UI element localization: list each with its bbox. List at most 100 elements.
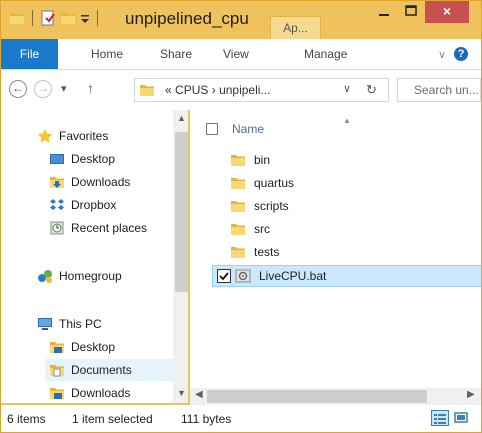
nav-item-desktop[interactable]: Desktop <box>49 149 115 169</box>
toolbar-divider <box>97 10 98 26</box>
select-all-checkbox[interactable] <box>206 123 218 135</box>
nav-label: Favorites <box>59 129 109 143</box>
file-name: LiveCPU.bat <box>259 269 327 283</box>
folder-icon <box>230 221 246 237</box>
address-bar[interactable]: « CPUS › unpipeli... ∨ ↻ <box>134 78 389 102</box>
desktop-folder-icon <box>49 339 65 355</box>
maximize-button[interactable] <box>398 1 424 23</box>
nav-item-pc-downloads[interactable]: Downloads <box>49 383 130 403</box>
customize-toolbar-icon[interactable] <box>80 10 90 26</box>
nav-favorites[interactable]: Favorites <box>37 126 108 146</box>
breadcrumb-separator-icon[interactable]: › <box>212 83 216 97</box>
nav-label: This PC <box>59 317 102 331</box>
nav-label: Desktop <box>71 152 116 166</box>
item-checkbox-checked[interactable] <box>217 269 231 283</box>
desktop-icon <box>50 154 64 164</box>
forward-button[interactable]: → <box>34 80 52 98</box>
folder-icon <box>230 198 246 214</box>
properties-icon[interactable] <box>40 10 56 26</box>
minimize-icon <box>379 14 389 16</box>
help-icon[interactable]: ? <box>454 47 469 61</box>
scroll-right-icon[interactable]: ▶ <box>467 389 475 400</box>
file-row[interactable]: bin <box>230 150 270 170</box>
downloads-folder-icon <box>49 385 65 401</box>
file-name: bin <box>254 153 271 167</box>
homegroup-icon <box>38 270 52 283</box>
close-button[interactable]: × <box>425 1 469 23</box>
nav-pane-scrollbar[interactable]: ▲ ▼ <box>173 110 188 403</box>
breadcrumb-item-current[interactable]: unpipeli... <box>219 83 270 97</box>
breadcrumb-item-cpus[interactable]: CPUS <box>175 83 208 97</box>
window-title: unpipelined_cpu <box>125 9 249 28</box>
recent-places-icon <box>50 221 64 235</box>
close-icon: × <box>442 3 452 19</box>
navigation-pane: Favorites Desktop Downloads Dropbox Rece… <box>1 110 188 403</box>
status-bar: 6 items 1 item selected 111 bytes <box>1 405 481 432</box>
toolbar-divider <box>32 10 33 26</box>
tab-application-tools[interactable]: Ap... <box>270 16 321 39</box>
new-folder-icon[interactable] <box>60 10 76 26</box>
file-list-scrollbar[interactable]: ◀ ▶ <box>190 388 481 405</box>
folder-icon <box>230 175 246 191</box>
sort-ascending-icon: ▲ <box>343 116 351 125</box>
file-row-selected[interactable]: LiveCPU.bat <box>212 265 481 287</box>
nav-label: Recent places <box>71 221 148 235</box>
file-row[interactable]: tests <box>230 242 279 262</box>
recent-locations-icon[interactable]: ▾ <box>61 82 67 95</box>
dropbox-icon <box>50 199 64 210</box>
tab-view[interactable]: View <box>223 47 249 61</box>
documents-folder-icon <box>50 365 64 377</box>
breadcrumb: « CPUS › unpipeli... <box>165 83 270 97</box>
file-row[interactable]: quartus <box>230 173 294 193</box>
explorer-window: unpipelined_cpu Ap... × File Home Share … <box>0 0 482 433</box>
nav-item-pc-documents[interactable]: Documents <box>45 359 174 381</box>
title-bar: unpipelined_cpu Ap... × <box>1 1 481 39</box>
tab-manage[interactable]: Manage <box>304 47 347 61</box>
computer-icon <box>38 318 52 330</box>
column-label: Name <box>232 122 265 136</box>
tab-home[interactable]: Home <box>91 47 123 61</box>
file-list: Name ▲ bin quartus scripts src tests Liv… <box>190 110 481 388</box>
file-row[interactable]: scripts <box>230 196 289 216</box>
large-icons-view-icon <box>454 412 468 423</box>
breadcrumb-overflow[interactable]: « <box>165 83 172 97</box>
status-selection: 1 item selected <box>72 412 153 426</box>
nav-homegroup[interactable]: Homegroup <box>37 266 122 286</box>
search-box[interactable]: Search un... <box>397 78 481 102</box>
refresh-icon[interactable]: ↻ <box>366 82 377 98</box>
nav-label: Desktop <box>71 340 116 354</box>
nav-item-dropbox[interactable]: Dropbox <box>49 195 116 215</box>
nav-item-pc-desktop[interactable]: Desktop <box>49 337 115 357</box>
scrollbar-thumb[interactable] <box>175 132 188 292</box>
nav-label: Downloads <box>71 175 131 189</box>
folder-icon <box>139 82 155 98</box>
expand-ribbon-icon[interactable]: ∨ <box>438 48 446 61</box>
large-icons-view-button[interactable] <box>453 410 471 426</box>
status-size: 111 bytes <box>181 412 232 426</box>
file-row[interactable]: src <box>230 219 270 239</box>
nav-label: Homegroup <box>59 269 122 283</box>
ribbon-controls: ∨ ? <box>438 47 469 61</box>
scroll-left-icon[interactable]: ◀ <box>195 389 203 400</box>
column-header-name[interactable]: Name <box>206 122 264 136</box>
nav-item-downloads[interactable]: Downloads <box>49 172 130 192</box>
scroll-down-icon[interactable]: ▼ <box>177 388 186 398</box>
back-button[interactable]: ← <box>9 80 27 98</box>
address-dropdown-icon[interactable]: ∨ <box>343 82 351 95</box>
tab-file[interactable]: File <box>1 39 58 69</box>
nav-label: Documents <box>71 363 132 377</box>
file-name: quartus <box>254 176 295 190</box>
scroll-up-icon[interactable]: ▲ <box>177 113 186 123</box>
tab-share[interactable]: Share <box>160 47 192 61</box>
folder-icon[interactable] <box>9 10 25 26</box>
file-name: tests <box>254 245 280 259</box>
details-view-button[interactable] <box>431 410 449 426</box>
scrollbar-thumb[interactable] <box>207 390 427 403</box>
nav-this-pc[interactable]: This PC <box>37 314 102 334</box>
up-button[interactable]: ↑ <box>87 80 94 96</box>
details-view-icon <box>434 414 446 424</box>
nav-item-recent-places[interactable]: Recent places <box>49 218 147 238</box>
file-name: src <box>254 222 270 236</box>
back-arrow-icon: ← <box>12 81 24 95</box>
minimize-button[interactable] <box>371 1 397 23</box>
